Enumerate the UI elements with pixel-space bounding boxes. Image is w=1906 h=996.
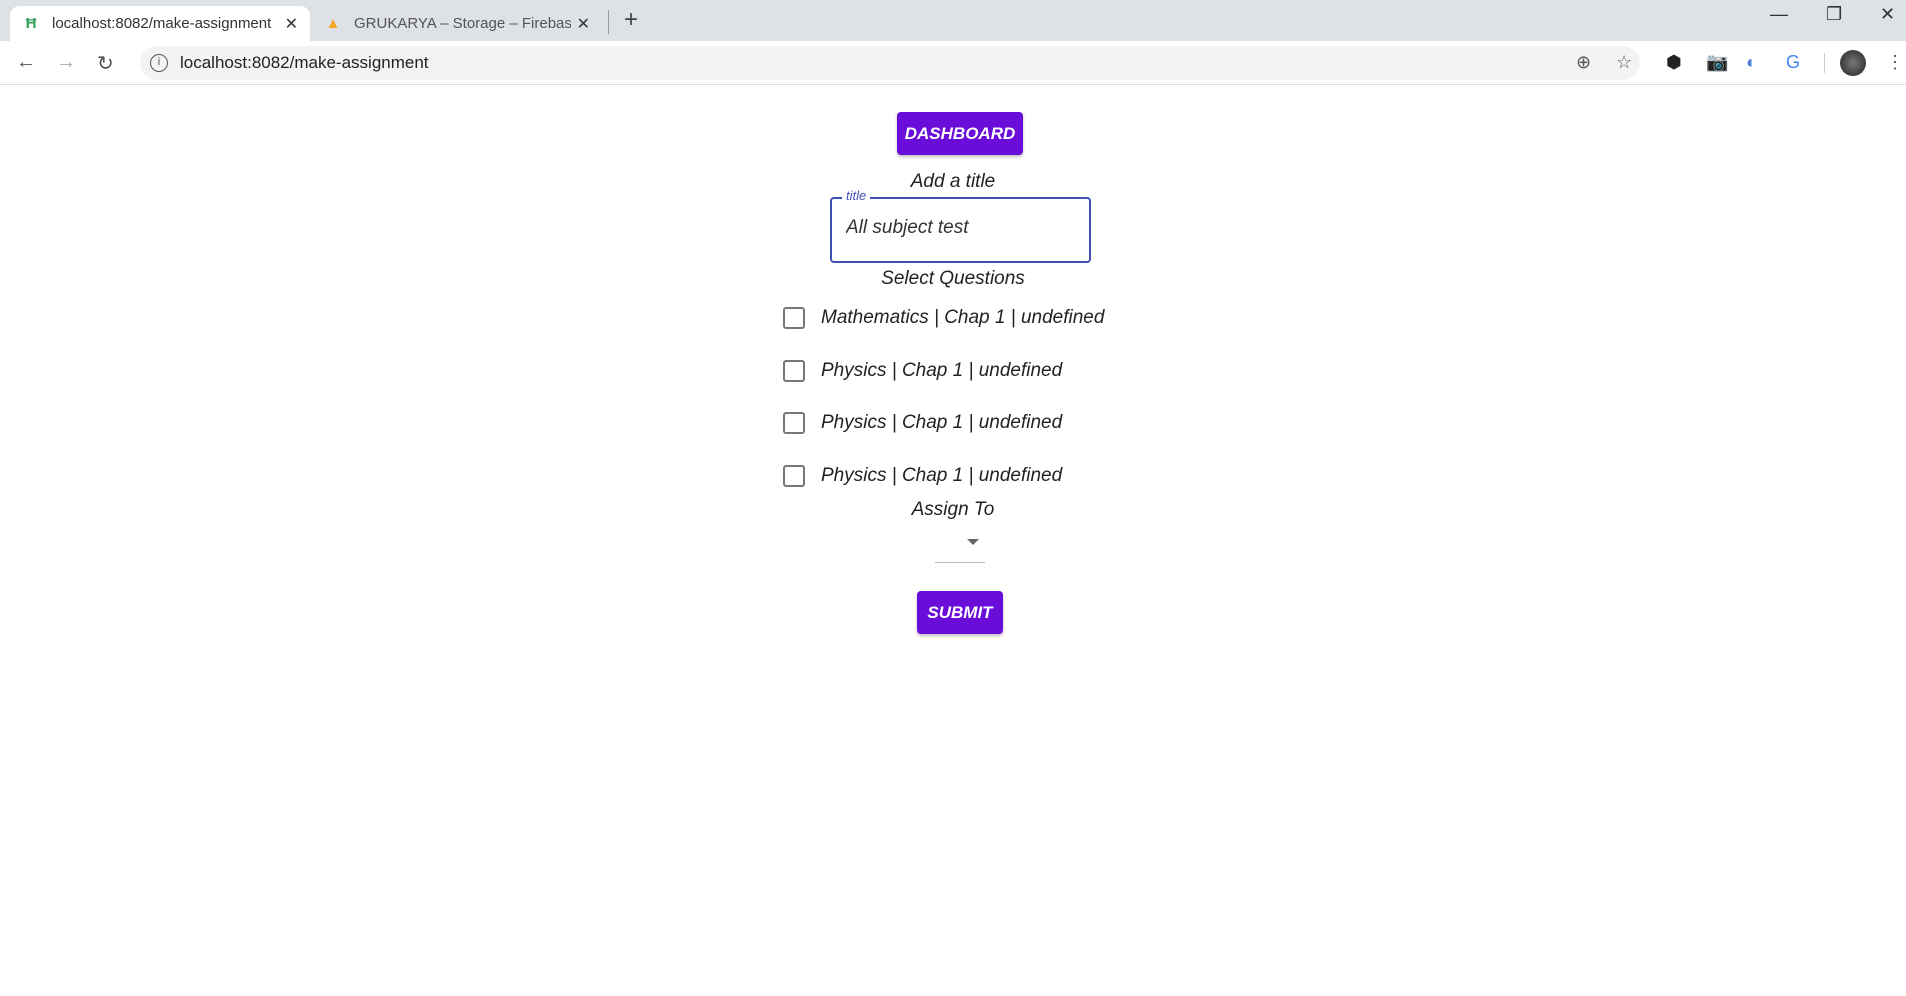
- dashboard-button[interactable]: DASHBOARD: [897, 112, 1023, 155]
- back-button[interactable]: ←: [16, 51, 36, 74]
- question-item[interactable]: Physics | Chap 1 | undefined: [783, 465, 1062, 487]
- tab-title: GRUKARYA – Storage – Firebase c: [354, 15, 571, 32]
- question-checkbox[interactable]: [783, 465, 805, 487]
- question-item[interactable]: Physics | Chap 1 | undefined: [783, 412, 1062, 434]
- tab-firebase[interactable]: ▲ GRUKARYA – Storage – Firebase c ✕: [312, 6, 602, 41]
- tab-bar: Ħ localhost:8082/make-assignment ✕ ▲ GRU…: [0, 0, 1906, 41]
- add-title-heading: Add a title: [910, 171, 996, 192]
- translate-icon[interactable]: G: [1786, 52, 1800, 73]
- url-text: localhost:8082/make-assignment: [180, 53, 429, 72]
- camera-icon[interactable]: 📷: [1706, 52, 1728, 73]
- reload-button[interactable]: ↻: [97, 51, 114, 76]
- info-icon[interactable]: i: [150, 54, 168, 72]
- question-checkbox[interactable]: [783, 360, 805, 382]
- tab-divider: [608, 10, 609, 34]
- question-label: Physics | Chap 1 | undefined: [821, 360, 1063, 381]
- new-tab-button[interactable]: +: [624, 6, 638, 34]
- address-bar[interactable]: i localhost:8082/make-assignment: [140, 46, 1640, 80]
- bookmark-star-icon[interactable]: ☆: [1616, 52, 1632, 73]
- question-checkbox[interactable]: [783, 307, 805, 329]
- app-icon: Ħ: [25, 15, 37, 32]
- maximize-button[interactable]: ❐: [1826, 4, 1842, 25]
- minimize-button[interactable]: —: [1770, 4, 1788, 25]
- close-tab-icon[interactable]: ✕: [577, 14, 590, 34]
- title-field-label: title: [842, 188, 871, 203]
- close-window-button[interactable]: ✕: [1880, 4, 1895, 25]
- extension-cube-icon[interactable]: ⬢: [1666, 52, 1682, 73]
- profile-avatar[interactable]: [1840, 50, 1866, 76]
- question-checkbox[interactable]: [783, 412, 805, 434]
- install-icon[interactable]: ⊕: [1576, 52, 1591, 73]
- select-questions-heading: Select Questions: [881, 268, 1025, 289]
- forward-button[interactable]: →: [56, 51, 76, 74]
- menu-icon[interactable]: ⋮: [1886, 52, 1904, 73]
- close-tab-icon[interactable]: ✕: [285, 14, 298, 34]
- question-item[interactable]: Mathematics | Chap 1 | undefined: [783, 307, 1104, 329]
- title-field[interactable]: title: [830, 188, 1091, 263]
- extension-icon[interactable]: ◐: [1746, 52, 1757, 73]
- dropdown-arrow-icon: [967, 539, 979, 545]
- assign-to-heading: Assign To: [911, 499, 995, 520]
- firebase-icon: ▲: [325, 15, 341, 32]
- question-label: Physics | Chap 1 | undefined: [821, 465, 1063, 486]
- browser-toolbar: ← → ↻ i localhost:8082/make-assignment ⊕…: [0, 41, 1906, 85]
- title-input[interactable]: [846, 217, 1076, 239]
- submit-button[interactable]: SUBMIT: [917, 591, 1003, 634]
- toolbar-divider: [1824, 53, 1825, 73]
- question-item[interactable]: Physics | Chap 1 | undefined: [783, 360, 1062, 382]
- tab-make-assignment[interactable]: Ħ localhost:8082/make-assignment ✕: [10, 6, 310, 41]
- question-label: Physics | Chap 1 | undefined: [821, 412, 1063, 433]
- tab-title: localhost:8082/make-assignment: [52, 15, 272, 32]
- question-label: Mathematics | Chap 1 | undefined: [821, 307, 1105, 328]
- assign-to-select[interactable]: [935, 533, 985, 563]
